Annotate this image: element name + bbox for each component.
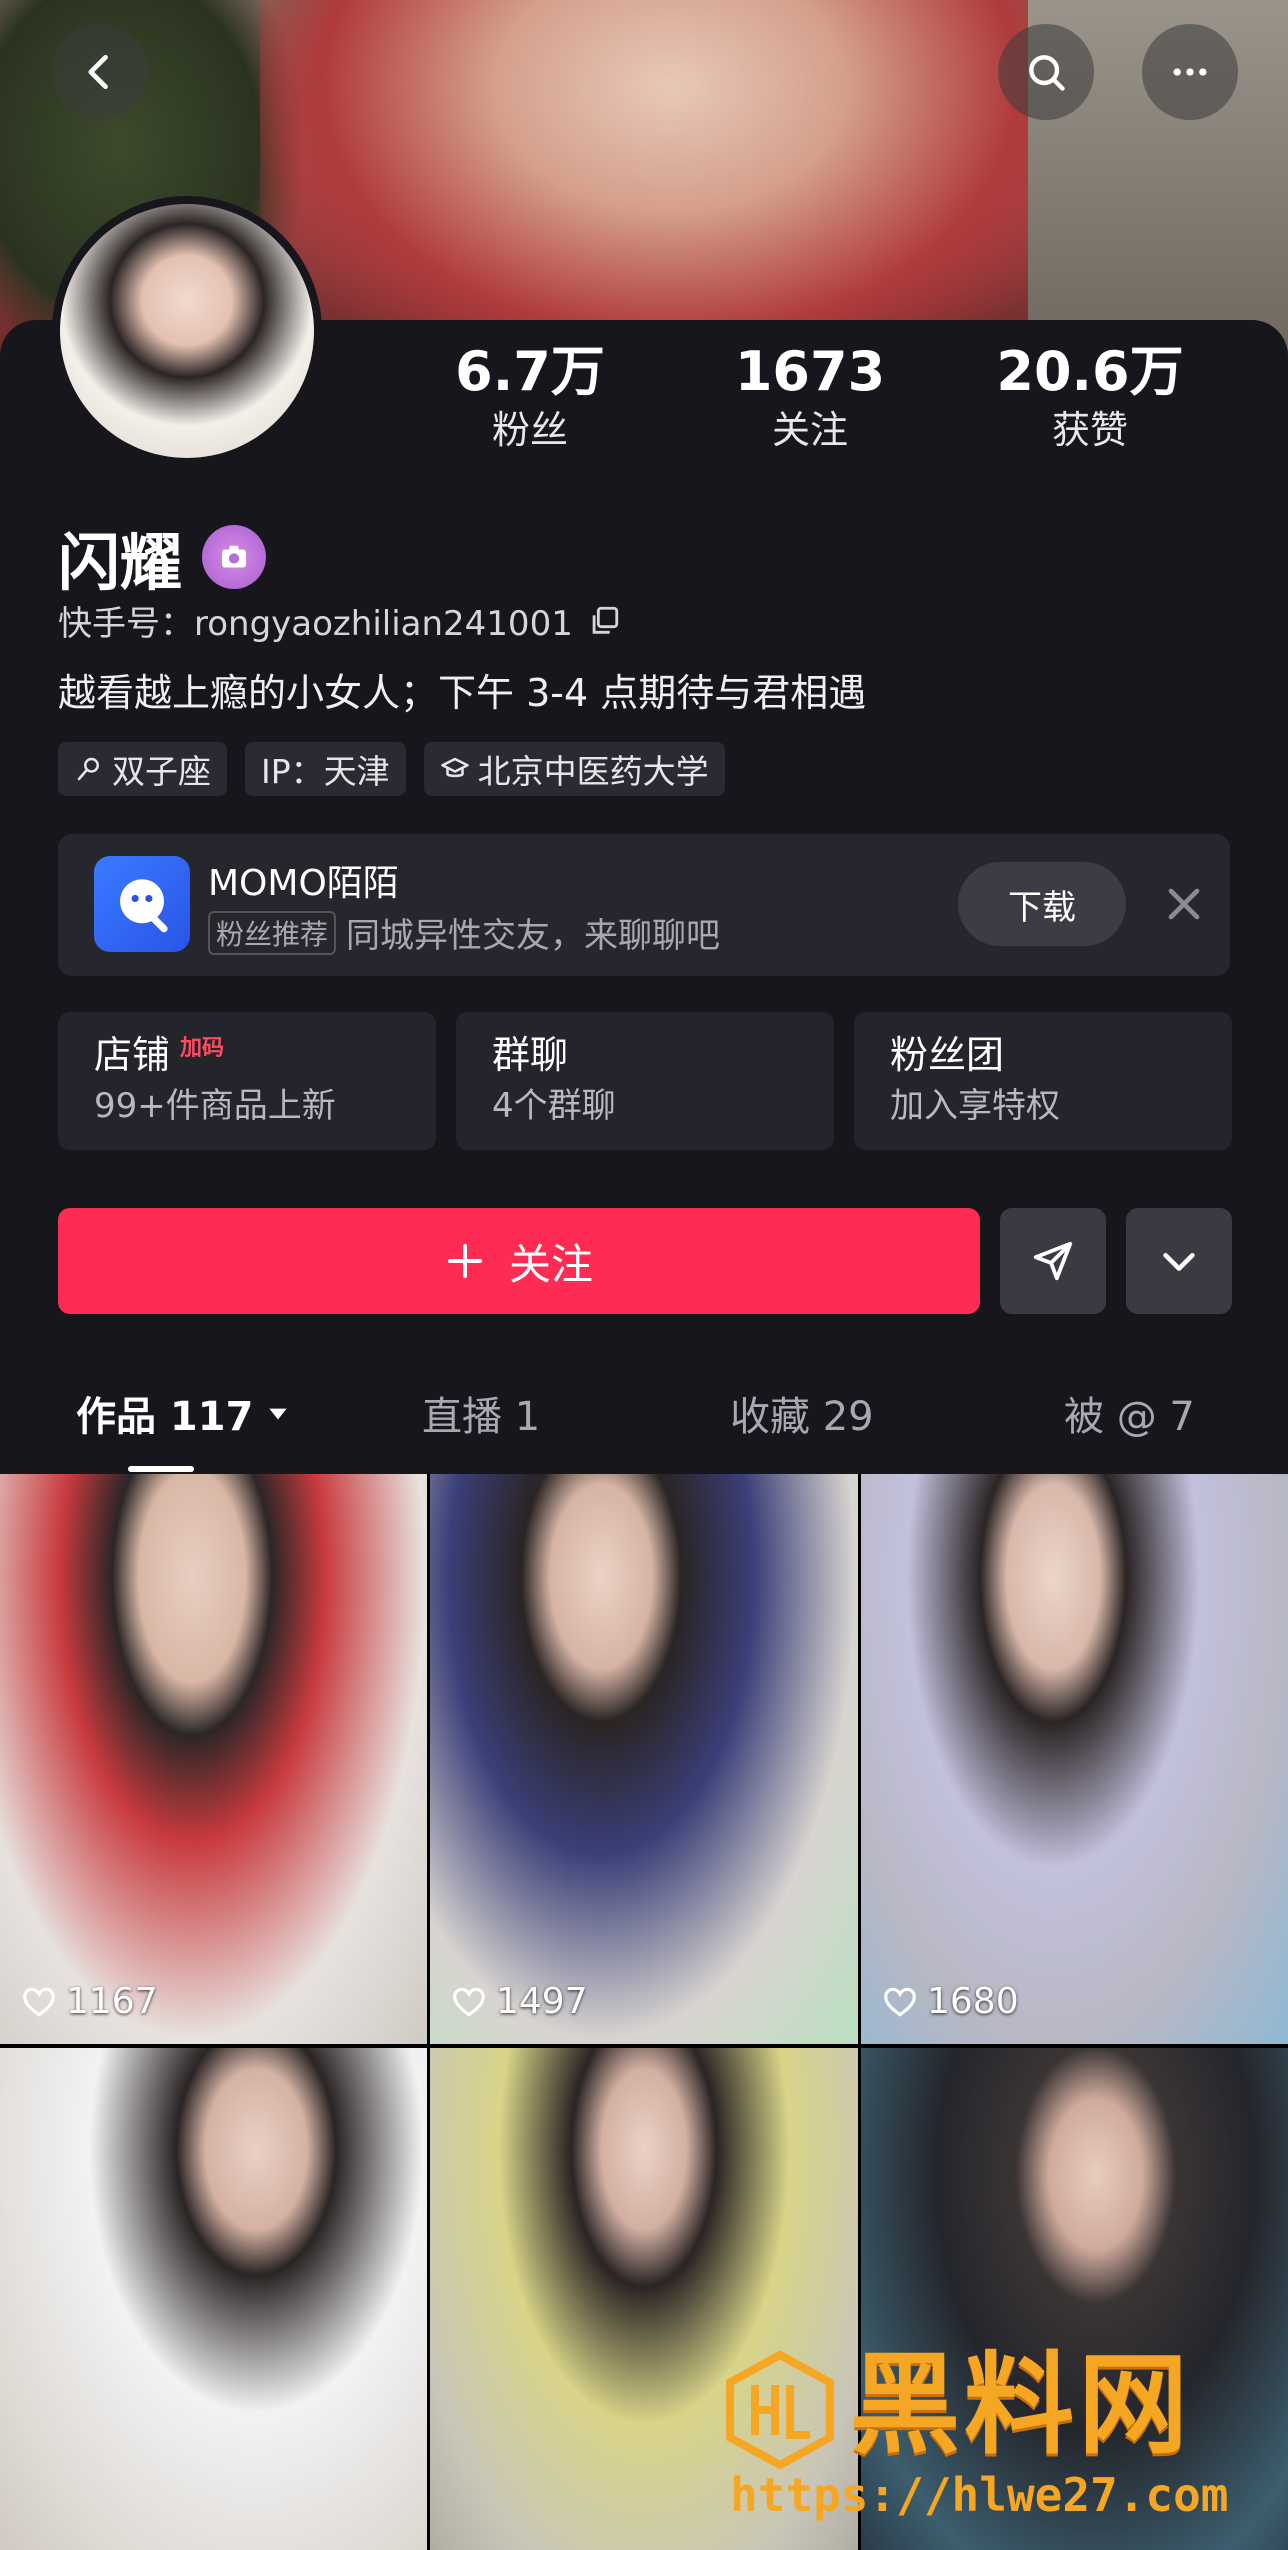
tab-label: 作品 117 [76, 1394, 254, 1440]
close-icon[interactable] [1158, 878, 1210, 930]
like-count: 1497 [450, 1981, 588, 2022]
heart-icon [23, 1987, 55, 2017]
like-count-text: 1497 [496, 1981, 588, 2022]
stat-fans[interactable]: 6.7万 粉丝 [390, 340, 670, 456]
stat-label: 获赞 [1051, 408, 1128, 452]
tab-live[interactable]: 直播 1 [422, 1384, 540, 1442]
video-thumbnail[interactable]: 1497 [430, 1474, 858, 2044]
send-icon [1033, 1241, 1073, 1281]
app-ad-card[interactable]: MOMO陌陌 粉丝推荐 同城异性交友，来聊聊吧 下载 [58, 834, 1230, 976]
site-watermark: 黑料网 https://hlwe27.com [720, 2340, 1280, 2540]
action-bar: 关注 [58, 1208, 1232, 1314]
content-tabs: 作品 117 直播 1 收藏 29 被 @ 7 [0, 1370, 1288, 1472]
user-id: 快手号：rongyaozhilian241001 [58, 596, 621, 645]
watermark-logo-icon [726, 2350, 834, 2470]
card-title: 店铺 [94, 1033, 171, 1077]
stat-number: 6.7万 [455, 340, 605, 403]
caret-down-icon [269, 1408, 288, 1420]
name-row: 闪耀 [58, 512, 267, 602]
heart-icon [884, 1987, 916, 2017]
tab-mentioned[interactable]: 被 @ 7 [1064, 1384, 1195, 1442]
tab-active-indicator [128, 1466, 194, 1472]
more-button[interactable] [1142, 24, 1238, 120]
profile-bio: 越看越上瘾的小女人；下午 3-4 点期待与君相遇 [58, 671, 867, 715]
zodiac-icon [77, 757, 99, 781]
like-count: 1167 [20, 1981, 158, 2022]
banner-photo [260, 0, 1080, 360]
back-button[interactable] [52, 24, 148, 120]
momo-logo-icon [94, 856, 190, 952]
heart-icon [453, 1987, 485, 2017]
card-shop[interactable]: 店铺 加码 99+件商品上新 [58, 1012, 436, 1150]
card-group-chat[interactable]: 群聊 4个群聊 [456, 1012, 834, 1150]
profile-tags: 双子座 IP：天津 北京中医药大学 [58, 742, 725, 796]
profile-name: 闪耀 [58, 526, 183, 599]
tab-favorites[interactable]: 收藏 29 [730, 1384, 874, 1442]
tab-label: 收藏 29 [730, 1394, 874, 1440]
like-count-text: 1680 [927, 1981, 1019, 2022]
ad-badge: 粉丝推荐 [208, 910, 337, 955]
tag-ip: IP：天津 [245, 742, 406, 796]
follow-label: 关注 [508, 1239, 593, 1289]
stat-label: 关注 [771, 408, 848, 452]
card-subtitle: 加入享特权 [890, 1086, 1060, 1126]
tag-label: 双子座 [112, 752, 211, 791]
stat-number: 20.6万 [996, 340, 1184, 403]
card-title: 群聊 [492, 1033, 569, 1077]
ad-title: MOMO陌陌 [208, 863, 399, 904]
message-button[interactable] [1000, 1208, 1106, 1314]
tag-zodiac: 双子座 [58, 742, 227, 796]
like-count-text: 1167 [66, 1981, 158, 2022]
more-horizontal-icon [1173, 68, 1207, 76]
card-subtitle: 99+件商品上新 [94, 1086, 336, 1126]
chevron-down-icon [1163, 1252, 1195, 1271]
search-button[interactable] [998, 24, 1094, 120]
follow-button[interactable]: 关注 [58, 1208, 980, 1314]
avatar[interactable] [52, 196, 322, 466]
stat-label: 粉丝 [491, 408, 568, 452]
video-thumbnail[interactable] [0, 2048, 427, 2550]
card-title: 粉丝团 [890, 1033, 1005, 1077]
chevron-left-icon [88, 54, 108, 90]
ad-subtitle-row: 粉丝推荐 同城异性交友，来聊聊吧 [208, 908, 720, 957]
card-fan-club[interactable]: 粉丝团 加入享特权 [854, 1012, 1232, 1150]
card-subtitle: 4个群聊 [492, 1086, 616, 1126]
profile-stats: 6.7万 粉丝 1673 关注 20.6万 获赞 [390, 340, 1270, 456]
card-hot-badge: 加码 [180, 1036, 225, 1061]
school-icon [440, 757, 469, 778]
tag-school[interactable]: 北京中医药大学 [423, 742, 725, 796]
like-count: 1680 [881, 1981, 1019, 2022]
tag-label: IP：天津 [261, 752, 390, 791]
video-thumbnail[interactable]: 1167 [0, 1474, 427, 2044]
tab-label: 被 @ 7 [1064, 1394, 1195, 1440]
camera-badge-icon[interactable] [202, 525, 267, 589]
search-icon [1029, 55, 1065, 91]
stat-number: 1673 [734, 340, 886, 403]
user-id-text: 快手号：rongyaozhilian241001 [58, 604, 573, 644]
download-button[interactable]: 下载 [958, 862, 1126, 946]
copy-icon[interactable] [587, 604, 621, 638]
stat-likes[interactable]: 20.6万 获赞 [950, 340, 1230, 456]
feature-cards: 店铺 加码 99+件商品上新 群聊 4个群聊 粉丝团 加入享特权 [58, 1012, 1232, 1150]
expand-button[interactable] [1126, 1208, 1232, 1314]
video-thumbnail[interactable]: 1680 [861, 1474, 1288, 2044]
tab-label: 直播 1 [422, 1394, 541, 1440]
ad-subtitle: 同城异性交友，来聊聊吧 [346, 916, 721, 956]
plus-icon [447, 1244, 482, 1278]
tab-works[interactable]: 作品 117 [76, 1384, 291, 1442]
tag-label: 北京中医药大学 [477, 752, 709, 791]
watermark-url: https://hlwe27.com [730, 2468, 1229, 2522]
stat-following[interactable]: 1673 关注 [670, 340, 950, 456]
avatar-image [60, 204, 314, 458]
watermark-text: 黑料网 [850, 2341, 1192, 2469]
